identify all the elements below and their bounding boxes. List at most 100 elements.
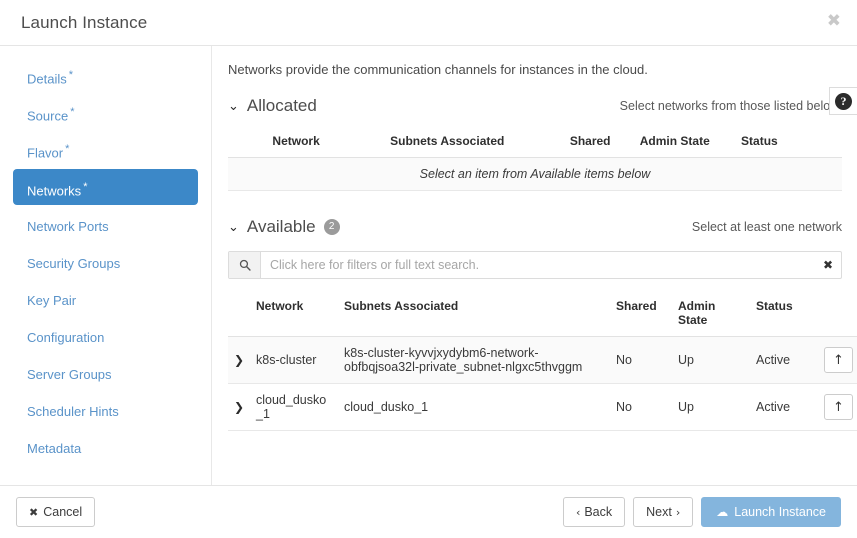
available-section-header: ⌄ Available 2 Select at least one networ… xyxy=(228,217,842,237)
sidebar-item-label: Networks xyxy=(27,183,82,199)
page-title: Launch Instance xyxy=(21,12,148,32)
table-row: ❯ cloud_dusko_1 cloud_dusko_1 No Up Acti… xyxy=(228,383,857,431)
available-title: Available xyxy=(246,217,316,236)
wizard-sidebar: Details * Source * Flavor * Networks * Netwo… xyxy=(0,46,212,485)
cancel-label: Cancel xyxy=(43,505,83,519)
sidebar-item-label: Server Groups xyxy=(27,367,112,382)
sidebar-item-key-pair[interactable]: Key Pair xyxy=(13,287,198,314)
panel-description: Networks provide the communication chann… xyxy=(228,62,648,77)
allocated-hint: Select networks from those listed below. xyxy=(619,98,842,113)
search-glyph xyxy=(239,259,251,271)
row-shared: No xyxy=(610,336,672,384)
allocated-table: Network Subnets Associated Shared Admin … xyxy=(228,130,842,191)
allocated-col-action xyxy=(796,130,842,158)
available-col-network: Network xyxy=(250,295,338,337)
required-asterisk: * xyxy=(70,106,75,118)
allocated-col-subnets: Subnets Associated xyxy=(341,130,554,158)
available-col-subnets: Subnets Associated xyxy=(338,295,610,337)
row-network: k8s-cluster xyxy=(250,336,338,384)
allocated-col-admin-state: Admin State xyxy=(627,130,723,158)
row-admin-state: Up xyxy=(672,336,750,384)
sidebar-item-label: Network Ports xyxy=(27,219,109,234)
row-shared: No xyxy=(610,383,672,431)
available-col-shared: Shared xyxy=(610,295,672,337)
sidebar-item-source[interactable]: Source * xyxy=(13,99,198,126)
modal-footer: ✖ Cancel ‹ Back Next › ☁ Launch Instance xyxy=(0,485,857,538)
help-icon: ? xyxy=(835,92,852,110)
modal-body: Details * Source * Flavor * Networks * Netwo… xyxy=(0,46,857,485)
allocate-network-button[interactable]: ↑ xyxy=(824,394,853,420)
modal-header: Launch Instance ✖ xyxy=(0,0,857,46)
row-expander[interactable]: ❯ xyxy=(228,383,250,431)
chevron-down-icon: ⌄ xyxy=(228,98,239,114)
sidebar-item-server-groups[interactable]: Server Groups xyxy=(13,361,198,388)
row-subnets: cloud_dusko_1 xyxy=(338,383,610,431)
available-count-badge: 2 xyxy=(323,219,340,235)
chevron-right-icon: ❯ xyxy=(234,400,245,414)
allocate-network-button[interactable]: ↑ xyxy=(824,347,853,373)
available-hint: Select at least one network xyxy=(691,219,842,234)
clear-icon[interactable]: ✖ xyxy=(815,252,841,278)
row-status: Active xyxy=(750,383,818,431)
row-subnets: k8s-cluster-kyvvjxydybm6-network-obfbqjs… xyxy=(338,336,610,384)
required-asterisk: * xyxy=(65,143,70,155)
sidebar-item-configuration[interactable]: Configuration xyxy=(13,324,198,351)
allocated-col-expander xyxy=(228,130,251,158)
available-table: Network Subnets Associated Shared Admin … xyxy=(228,295,857,431)
allocated-empty-row: Select an item from Available items belo… xyxy=(228,157,842,191)
sidebar-item-label: Key Pair xyxy=(27,293,77,308)
sidebar-item-label: Scheduler Hints xyxy=(27,404,119,419)
sidebar-item-label: Metadata xyxy=(27,441,82,456)
sidebar-item-networks[interactable]: Networks * xyxy=(13,169,198,205)
allocated-section-header: ⌄ Allocated Select networks from those l… xyxy=(228,96,842,116)
next-label: Next xyxy=(646,505,672,519)
allocated-col-shared: Shared xyxy=(553,130,628,158)
row-network: cloud_dusko_1 xyxy=(250,383,338,431)
allocated-col-network: Network xyxy=(250,130,342,158)
available-col-action xyxy=(818,295,857,337)
available-title-group[interactable]: ⌄ Available 2 xyxy=(228,217,340,237)
allocated-title-group[interactable]: ⌄ Allocated xyxy=(228,96,317,116)
required-asterisk: * xyxy=(83,181,88,193)
close-icon[interactable]: ✖ xyxy=(827,13,841,30)
chevron-left-icon: ‹ xyxy=(575,505,581,519)
chevron-right-icon: ❯ xyxy=(234,353,245,367)
sidebar-item-metadata[interactable]: Metadata xyxy=(13,435,198,462)
sidebar-item-label: Configuration xyxy=(27,330,105,345)
launch-instance-label: Launch Instance xyxy=(734,505,826,519)
sidebar-item-label: Source xyxy=(27,108,69,124)
launch-instance-button[interactable]: ☁ Launch Instance xyxy=(701,497,841,527)
available-col-status: Status xyxy=(750,295,818,337)
cancel-button[interactable]: ✖ Cancel xyxy=(16,497,96,527)
row-action-cell: ↑ xyxy=(818,336,857,384)
row-admin-state: Up xyxy=(672,383,750,431)
available-col-admin-state: Admin State xyxy=(672,295,750,337)
cloud-icon: ☁ xyxy=(716,505,729,519)
available-table-header-row: Network Subnets Associated Shared Admin … xyxy=(228,295,857,337)
sidebar-item-flavor[interactable]: Flavor * xyxy=(13,136,198,163)
footer-actions: ‹ Back Next › ☁ Launch Instance xyxy=(562,497,841,527)
search-input[interactable] xyxy=(261,252,815,278)
next-button[interactable]: Next › xyxy=(633,497,694,527)
required-asterisk: * xyxy=(68,69,74,81)
close-icon: ✖ xyxy=(29,505,39,519)
chevron-right-icon: › xyxy=(675,505,681,519)
sidebar-item-scheduler-hints[interactable]: Scheduler Hints xyxy=(13,398,198,425)
search-bar: ✖ xyxy=(228,251,842,279)
chevron-down-icon: ⌄ xyxy=(228,219,239,235)
allocated-empty-message: Select an item from Available items belo… xyxy=(228,157,842,191)
sidebar-item-details[interactable]: Details * xyxy=(13,62,198,89)
sidebar-item-label: Details xyxy=(27,71,67,87)
sidebar-item-network-ports[interactable]: Network Ports xyxy=(13,213,198,240)
help-button[interactable]: ? xyxy=(829,87,857,115)
sidebar-item-label: Flavor xyxy=(27,145,64,161)
allocated-title: Allocated xyxy=(246,96,317,115)
launch-instance-modal: Launch Instance ✖ Details * Source * Flavo… xyxy=(0,0,857,538)
networks-panel: ? Networks provide the communication cha… xyxy=(212,46,857,485)
back-button[interactable]: ‹ Back xyxy=(562,497,626,527)
search-icon[interactable] xyxy=(229,252,261,278)
sidebar-item-security-groups[interactable]: Security Groups xyxy=(13,250,198,277)
row-expander[interactable]: ❯ xyxy=(228,336,250,384)
row-status: Active xyxy=(750,336,818,384)
back-label: Back xyxy=(584,505,613,519)
